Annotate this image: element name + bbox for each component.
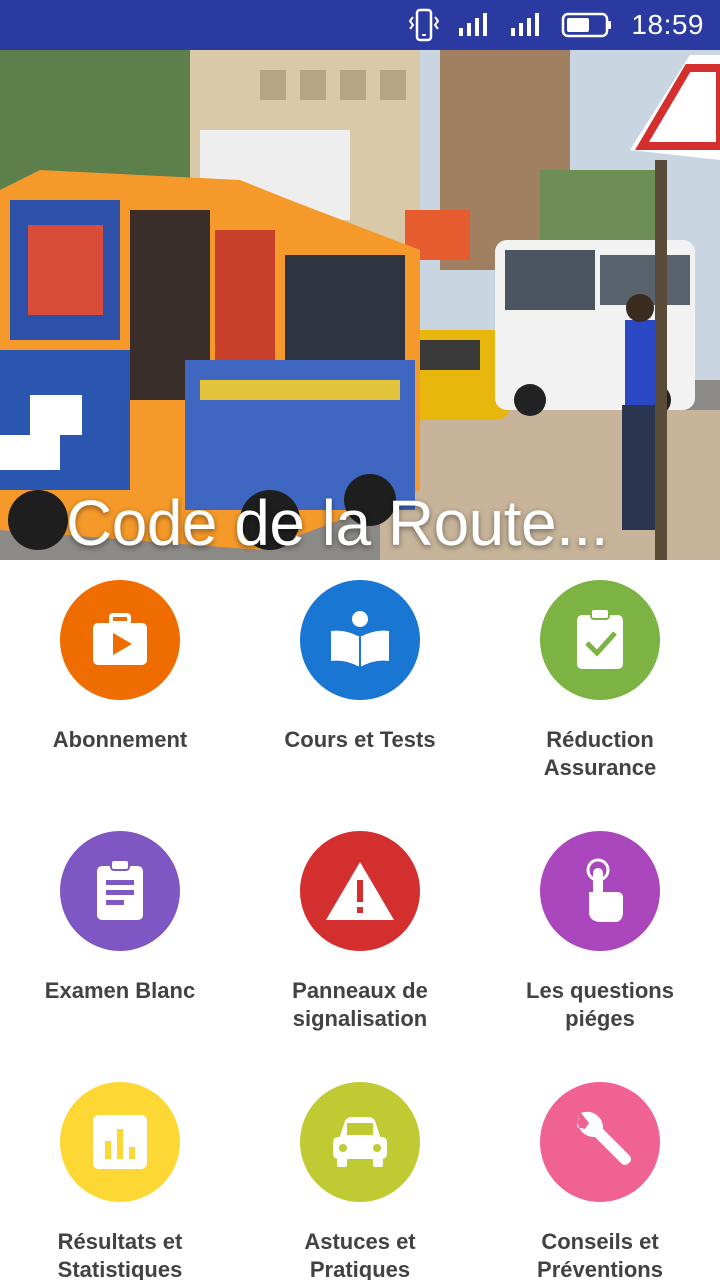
street-scene-image	[0, 50, 720, 560]
menu-item-label: Abonnement	[52, 727, 188, 752]
menu-item-circle	[60, 580, 180, 700]
menu-item-label: Examen Blanc	[44, 978, 196, 1003]
reader-book-icon	[331, 611, 389, 667]
battery-icon	[561, 11, 613, 39]
menu-item-circle	[540, 831, 660, 951]
menu-item-les-questions-pieges[interactable]: Les questions piéges	[480, 811, 720, 1062]
bar-chart-icon	[93, 1115, 147, 1169]
status-time: 18:59	[631, 9, 704, 40]
menu-item-abonnement[interactable]: Abonnement	[0, 560, 240, 811]
menu-item-circle	[540, 580, 660, 700]
status-bar: 18:59	[0, 0, 720, 50]
car-icon	[333, 1117, 387, 1167]
hero-title: Code de la Route...	[66, 487, 608, 559]
clipboard-list-icon	[97, 859, 143, 920]
menu-item-astuces-et-pratiques[interactable]: Astuces et Pratiques	[240, 1062, 480, 1280]
wrench-icon	[577, 1111, 631, 1165]
menu-grid: Abonnement Cours et Tests Réduction Assu…	[0, 560, 720, 1280]
menu-item-circle	[540, 1082, 660, 1202]
signal-icon	[457, 12, 491, 38]
menu-item-circle	[300, 831, 420, 951]
menu-item-conseils-et-preventions[interactable]: Conseils et Préventions	[480, 1062, 720, 1280]
menu-item-label: Résultats et Statistiques	[57, 1229, 183, 1280]
menu-item-label: Panneaux de signalisation	[292, 978, 428, 1031]
menu-item-circle	[60, 831, 180, 951]
signal-icon	[509, 12, 543, 38]
menu-item-circle	[60, 1082, 180, 1202]
menu-item-label: Les questions piéges	[526, 978, 674, 1031]
menu-item-label: Réduction Assurance	[543, 727, 657, 780]
menu-item-examen-blanc[interactable]: Examen Blanc	[0, 811, 240, 1062]
phone-vibrate-icon	[409, 7, 440, 43]
menu-item-label: Astuces et Pratiques	[304, 1229, 416, 1280]
warning-triangle-icon	[326, 862, 394, 920]
briefcase-play-icon	[93, 613, 147, 665]
menu-item-panneaux-de-signalisation[interactable]: Panneaux de signalisation	[240, 811, 480, 1062]
hero-banner: Code de la Route...	[0, 50, 720, 560]
menu-item-label: Conseils et Préventions	[537, 1229, 663, 1280]
menu-item-resultats-et-statistiques[interactable]: Résultats et Statistiques	[0, 1062, 240, 1280]
menu-item-circle	[300, 1082, 420, 1202]
menu-item-cours-et-tests[interactable]: Cours et Tests	[240, 560, 480, 811]
menu-item-circle	[300, 580, 420, 700]
clipboard-check-icon	[577, 608, 623, 669]
menu-item-reduction-assurance[interactable]: Réduction Assurance	[480, 560, 720, 811]
menu-item-label: Cours et Tests	[284, 727, 436, 752]
touch-hand-icon	[586, 858, 623, 922]
